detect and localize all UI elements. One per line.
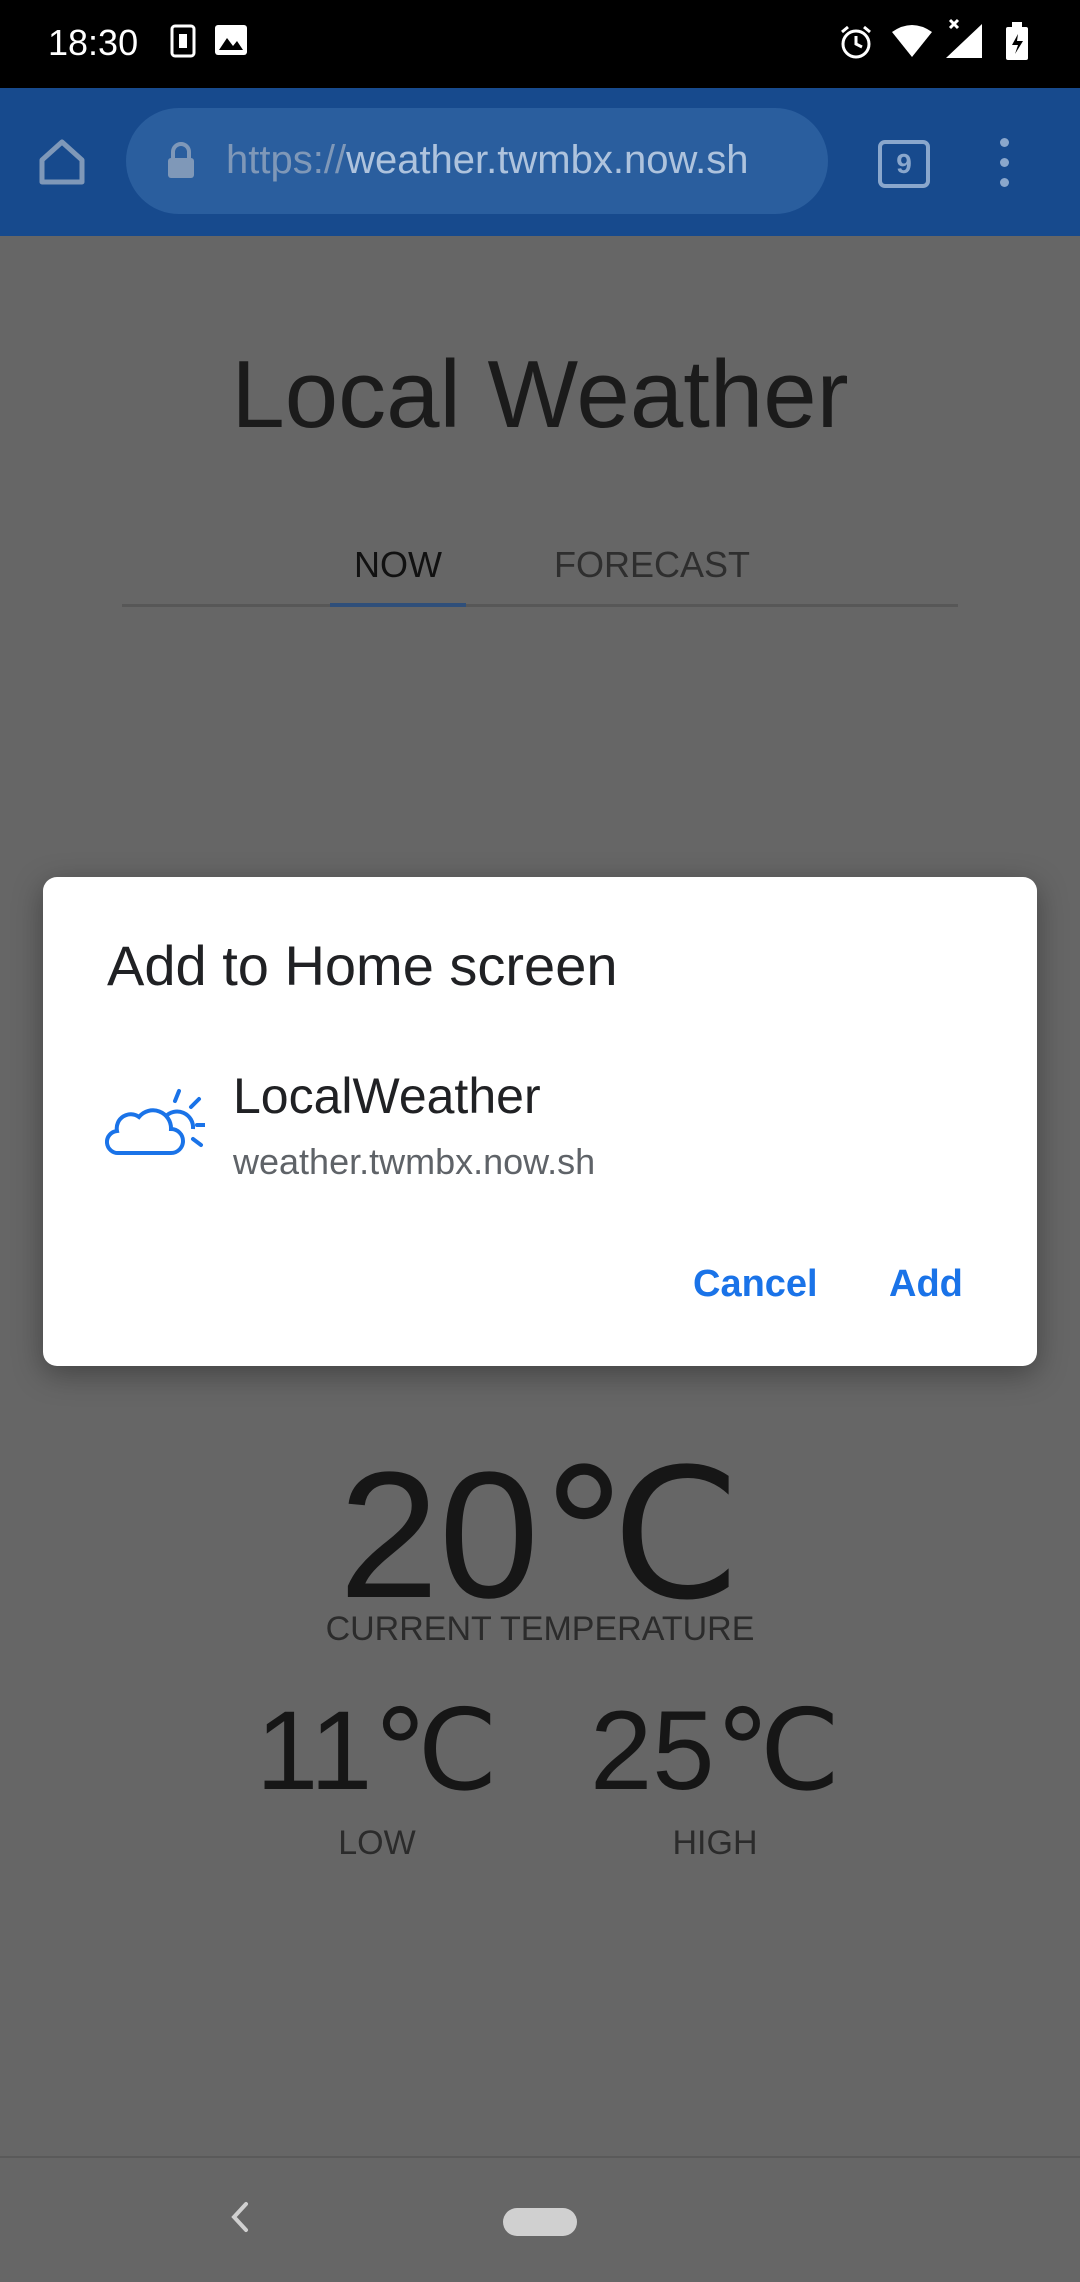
app-name[interactable]: LocalWeather: [233, 1067, 541, 1125]
high-label: HIGH: [672, 1824, 758, 1862]
browser-toolbar: https://weather.twmbx.now.sh 9: [0, 88, 1080, 236]
add-to-home-dialog: Add to Home screen LocalWeather weather.…: [43, 877, 1037, 1366]
high-temperature: 25℃: [590, 1688, 841, 1813]
url-scheme: https://: [226, 138, 347, 182]
weather-tabs: NOW FORECAST: [122, 526, 958, 607]
signal-icon: [946, 18, 982, 58]
url-bar[interactable]: https://weather.twmbx.now.sh: [126, 108, 828, 214]
low-temperature: 11℃: [255, 1688, 499, 1813]
low-temperature-block: 11℃ LOW: [252, 1686, 502, 1863]
current-temperature: 20℃: [338, 1435, 742, 1636]
sim-card-icon: [170, 24, 196, 58]
tab-forecast[interactable]: FORECAST: [542, 526, 762, 604]
battery-icon: [1006, 22, 1028, 60]
home-icon[interactable]: [36, 136, 88, 188]
current-temperature-label: CURRENT TEMPERATURE: [325, 1610, 755, 1648]
low-label: LOW: [338, 1824, 416, 1862]
cloud-sun-icon: [105, 1089, 205, 1156]
high-temperature-block: 25℃ HIGH: [590, 1686, 840, 1863]
status-bar: 18:30: [0, 0, 1080, 88]
app-url: weather.twmbx.now.sh: [233, 1141, 596, 1182]
active-tab-indicator: [330, 603, 466, 607]
image-icon: [215, 25, 247, 55]
lock-icon: [168, 142, 194, 178]
back-icon[interactable]: [228, 2198, 252, 2236]
system-nav-bar: [0, 2156, 1080, 2282]
tab-now[interactable]: NOW: [330, 526, 466, 604]
tab-switcher-button[interactable]: 9: [878, 140, 930, 188]
page-title: Local Weather: [231, 341, 849, 448]
home-pill[interactable]: [503, 2208, 577, 2236]
url-host: weather.twmbx.now.sh: [346, 138, 749, 182]
url-text: https://weather.twmbx.now.sh: [226, 138, 748, 183]
wifi-icon: [892, 25, 932, 57]
add-button[interactable]: Add: [881, 1257, 971, 1312]
status-time: 18:30: [48, 22, 139, 63]
alarm-icon: [841, 25, 871, 59]
cancel-button[interactable]: Cancel: [685, 1257, 826, 1312]
dialog-title: Add to Home screen: [107, 934, 618, 997]
overflow-menu-icon[interactable]: [992, 138, 1016, 187]
